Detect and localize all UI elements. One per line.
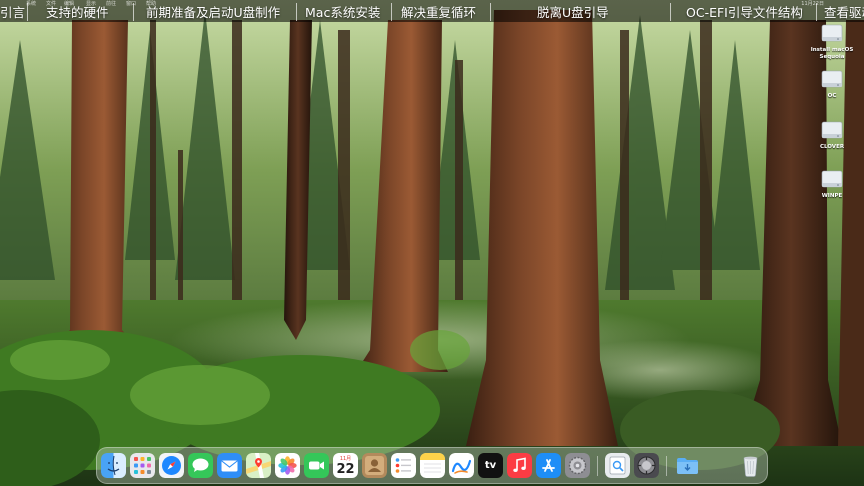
messages-icon[interactable] [188,453,213,478]
finder-icon[interactable] [101,453,126,478]
freeform-icon[interactable] [449,453,474,478]
drive-clover[interactable]: CLOVER [804,119,860,151]
music-icon[interactable] [507,453,532,478]
drive-winpe[interactable]: WINPE [804,168,860,200]
tab-preparation-usb[interactable]: 前期准备及启动U盘制作 [146,2,280,24]
tv-icon-label: tv [484,460,497,471]
app-store-icon[interactable] [536,453,561,478]
system-settings-icon[interactable] [565,453,590,478]
external-drive-icon [821,24,843,42]
drive-label: CLOVER [819,144,845,150]
drive-label: WINPE [821,193,843,199]
forest-wallpaper [0,0,864,486]
calendar-icon[interactable]: 11月 22 [333,453,358,478]
notes-icon[interactable] [420,453,445,478]
tab-divider [133,3,134,21]
external-drive-icon [821,121,843,139]
tab-divider [391,3,392,21]
downloads-folder-icon[interactable] [675,453,700,478]
chapter-tabs: 引言 支持的硬件 前期准备及启动U盘制作 Mac系统安装 解决重复循环 脱离U盘… [0,0,864,26]
preview-icon[interactable] [605,453,630,478]
trash-icon[interactable] [738,453,763,478]
external-drive-icon [821,170,843,188]
external-drive-icon [821,70,843,88]
calendar-day: 22 [336,461,355,477]
tab-mac-install[interactable]: Mac系统安装 [305,2,380,24]
tab-introduction[interactable]: 引言 [0,2,25,24]
tab-divider [670,3,671,21]
contacts-icon[interactable] [362,453,387,478]
tab-boot-without-usb[interactable]: 脱离U盘引导 [537,2,609,24]
drive-oc[interactable]: OC [804,68,860,100]
dock-divider [597,456,598,476]
tab-divider [27,3,28,21]
tab-fix-boot-loop[interactable]: 解决重复循环 [401,2,476,24]
facetime-icon[interactable] [304,453,329,478]
dock-divider [666,456,667,476]
tv-icon[interactable]: tv [478,453,503,478]
tab-view-drivers[interactable]: 查看驱动 [824,2,864,24]
tab-oc-efi-structure[interactable]: OC-EFI引导文件结构 [686,2,803,24]
tab-divider [490,3,491,21]
maps-icon[interactable] [246,453,271,478]
photos-icon[interactable] [275,453,300,478]
drive-label: OC [827,93,837,99]
desktop-screen: 系统 文件 编辑 显示 前往 窗口 帮助 11月22日 引言 支持的硬件 前期准… [0,0,864,486]
disk-utility-icon[interactable] [634,453,659,478]
dock: 11月 22 tv [96,447,768,484]
drive-label: Install macOS Sequoia [810,47,854,60]
launchpad-icon[interactable] [130,453,155,478]
reminders-icon[interactable] [391,453,416,478]
tab-divider [816,3,817,21]
tab-supported-hardware[interactable]: 支持的硬件 [46,2,109,24]
safari-icon[interactable] [159,453,184,478]
drive-install-macos[interactable]: Install macOS Sequoia [804,22,860,61]
mail-icon[interactable] [217,453,242,478]
tab-divider [296,3,297,21]
